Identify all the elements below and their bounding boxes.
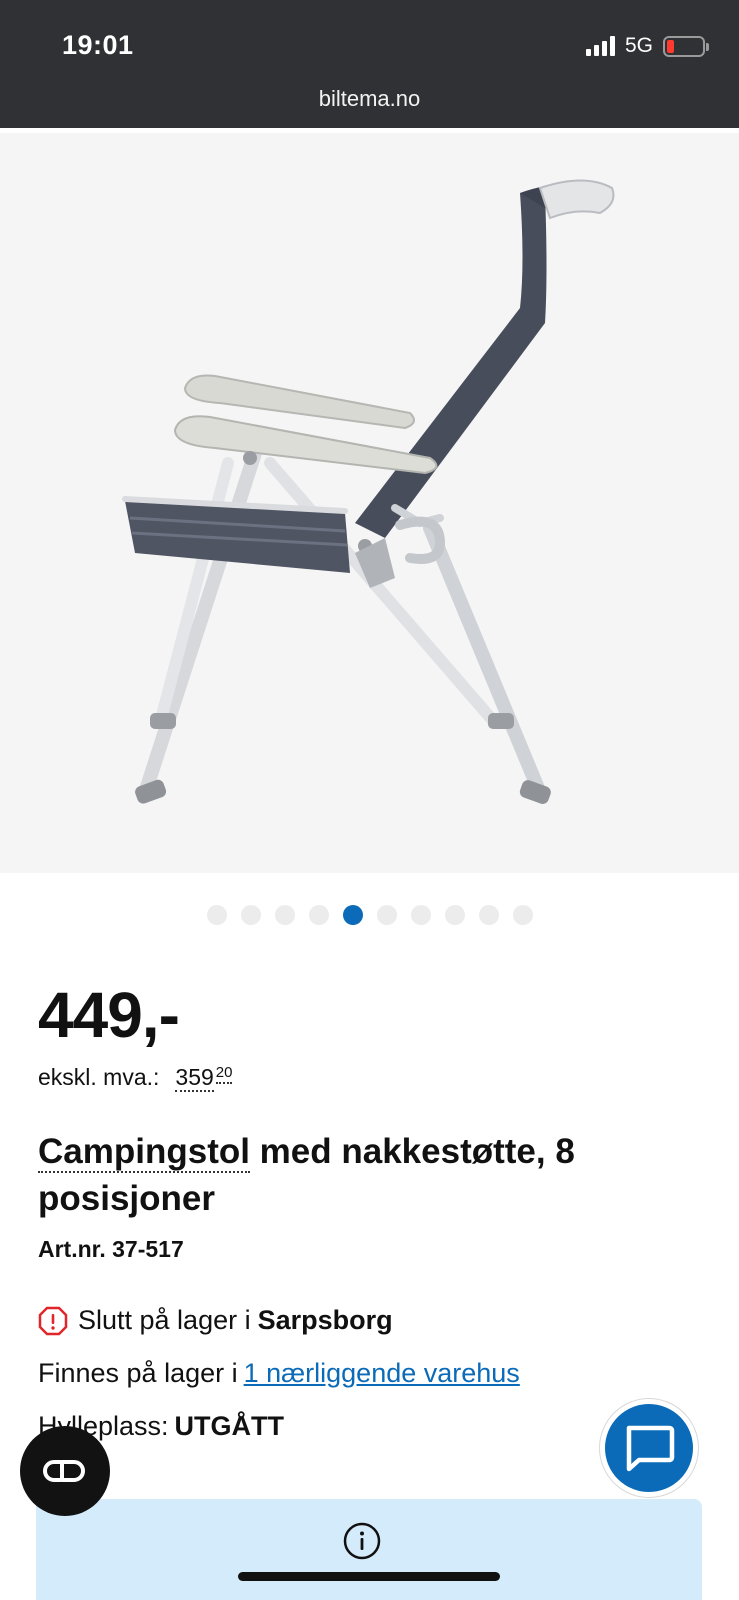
shelf-value: UTGÅTT — [175, 1411, 284, 1441]
product-price: 449,- — [38, 978, 179, 1052]
carousel-dot[interactable] — [411, 905, 431, 925]
carousel-dot[interactable] — [275, 905, 295, 925]
ex-vat-value: 359 — [175, 1064, 213, 1092]
product-title: Campingstol med nakkestøtte, 8 posisjone… — [38, 1128, 678, 1222]
ex-vat-label: ekskl. mva.: — [38, 1064, 159, 1091]
price-ex-vat: ekskl. mva.: 359 20 — [38, 1064, 232, 1092]
folding-camping-chair-image — [0, 133, 739, 873]
ex-vat-cents: 20 — [216, 1064, 233, 1084]
network-type: 5G — [625, 34, 653, 58]
nearby-stock: Finnes på lager i1 nærliggende varehus — [38, 1358, 520, 1389]
browser-top-bar: 19:01 5G biltema.no — [0, 0, 739, 128]
cobrowse-icon — [40, 1456, 90, 1486]
url-bar[interactable]: biltema.no — [0, 86, 739, 112]
product-category-link[interactable]: Campingstol — [38, 1132, 250, 1173]
chat-button[interactable] — [600, 1399, 698, 1497]
product-image[interactable] — [0, 133, 739, 873]
status-indicators: 5G — [586, 34, 705, 58]
carousel-dot[interactable] — [377, 905, 397, 925]
signal-icon — [586, 36, 615, 56]
info-banner — [36, 1499, 702, 1600]
carousel-dot-active[interactable] — [343, 905, 363, 925]
cobrowse-button[interactable] — [20, 1426, 110, 1516]
info-icon — [342, 1521, 382, 1561]
article-number: Art.nr. 37-517 — [38, 1236, 184, 1263]
stock-status: Slutt på lager i Sarpsborg — [38, 1305, 393, 1336]
carousel-dot[interactable] — [309, 905, 329, 925]
carousel-dot[interactable] — [207, 905, 227, 925]
image-carousel-dots — [0, 905, 739, 925]
status-time: 19:01 — [62, 30, 134, 61]
nearby-prefix: Finnes på lager i — [38, 1358, 238, 1388]
carousel-dot[interactable] — [479, 905, 499, 925]
home-indicator — [238, 1572, 500, 1581]
chat-bubble-icon — [623, 1424, 675, 1472]
store-name: Sarpsborg — [258, 1305, 393, 1336]
carousel-dot[interactable] — [445, 905, 465, 925]
out-of-stock-text: Slutt på lager i — [78, 1305, 251, 1336]
warning-octagon-icon — [38, 1306, 68, 1336]
battery-icon — [663, 36, 705, 57]
carousel-dot[interactable] — [513, 905, 533, 925]
carousel-dot[interactable] — [241, 905, 261, 925]
nearby-stores-link[interactable]: 1 nærliggende varehus — [244, 1358, 520, 1388]
